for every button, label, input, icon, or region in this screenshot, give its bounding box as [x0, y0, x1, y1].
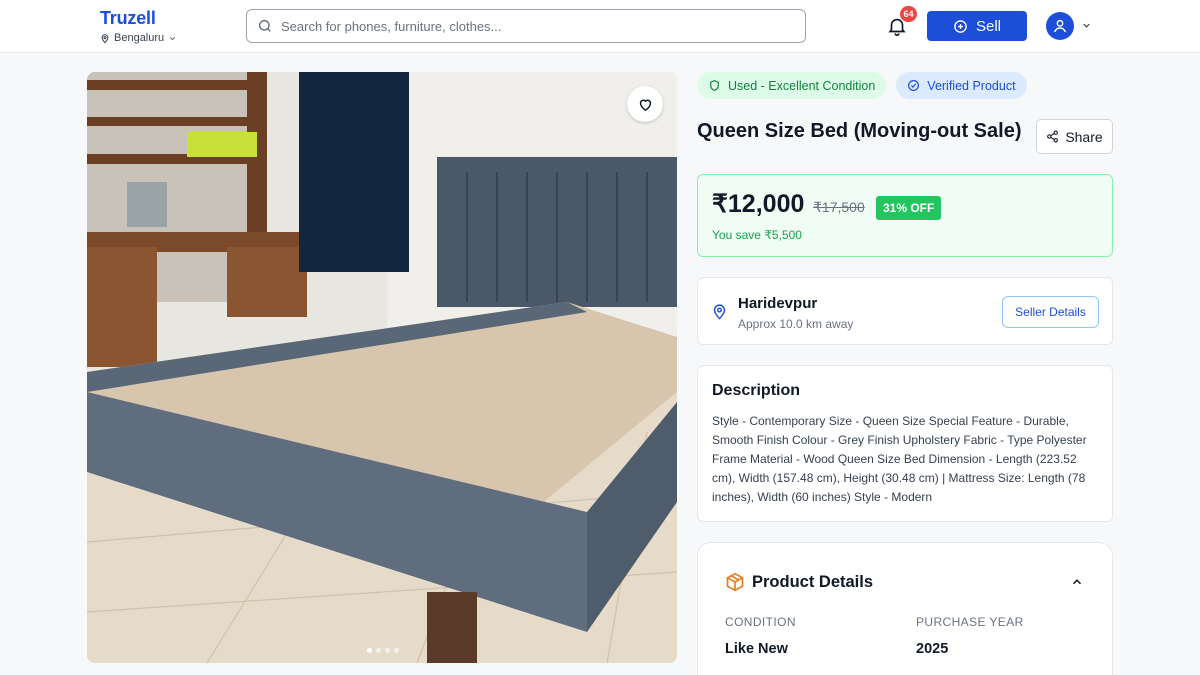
product-title: Queen Size Bed (Moving-out Sale) — [697, 120, 1022, 142]
user-avatar[interactable] — [1046, 12, 1074, 40]
verified-badge-label: Verified Product — [927, 78, 1016, 93]
detail-condition: CONDITION Like New — [725, 615, 796, 657]
detail-value: Like New — [725, 641, 788, 657]
discount-badge: 31% OFF — [876, 196, 942, 220]
chevron-down-icon — [170, 36, 176, 40]
product-image-gallery[interactable] — [87, 72, 677, 663]
heart-icon — [639, 99, 651, 111]
savings-text: You save ₹5,500 — [712, 228, 802, 242]
product-photo — [87, 72, 677, 663]
location-card: Haridevpur Approx 10.0 km away Seller De… — [697, 277, 1113, 345]
user-icon — [1053, 19, 1067, 33]
plus-circle-icon — [954, 19, 967, 33]
chevron-up-icon[interactable] — [1070, 575, 1084, 589]
detail-purchase-year: PURCHASE YEAR 2025 — [916, 615, 1024, 657]
gallery-dot[interactable] — [376, 648, 381, 653]
search-bar[interactable] — [246, 9, 806, 43]
original-price: ₹17,500 — [813, 199, 865, 215]
product-badges: Used - Excellent Condition Verified Prod… — [697, 72, 1027, 99]
detail-label: PURCHASE YEAR — [916, 615, 1024, 629]
verified-badge: Verified Product — [896, 72, 1027, 99]
share-button[interactable]: Share — [1036, 119, 1113, 154]
top-header: Truzell Bengaluru 64 Sell — [0, 0, 1200, 53]
current-price: ₹12,000 — [712, 190, 805, 218]
product-details-card: Product Details CONDITION Like New PURCH… — [697, 542, 1113, 675]
gallery-dot[interactable] — [385, 648, 390, 653]
search-input[interactable] — [281, 18, 781, 34]
pin-icon — [101, 33, 109, 43]
price-card: ₹12,000 ₹17,500 31% OFF You save ₹5,500 — [697, 174, 1113, 257]
location-name: Haridevpur — [738, 295, 818, 312]
notification-count-badge: 64 — [900, 6, 917, 22]
seller-details-button[interactable]: Seller Details — [1002, 296, 1099, 328]
location-selector[interactable]: Bengaluru — [100, 32, 177, 44]
favorite-button[interactable] — [627, 86, 663, 122]
description-text: Style - Contemporary Size - Queen Size S… — [712, 414, 1087, 504]
site-logo[interactable]: Truzell — [100, 8, 156, 29]
gallery-pagination — [367, 648, 399, 653]
sell-button[interactable]: Sell — [927, 11, 1027, 41]
box-icon — [726, 572, 744, 592]
condition-badge-label: Used - Excellent Condition — [728, 78, 876, 93]
map-pin-icon — [713, 304, 726, 320]
location-label: Bengaluru — [114, 32, 165, 44]
condition-badge: Used - Excellent Condition — [697, 72, 887, 99]
gallery-dot[interactable] — [394, 648, 399, 653]
shield-icon — [710, 79, 719, 92]
gallery-dot[interactable] — [367, 648, 372, 653]
detail-value: 2025 — [916, 641, 949, 657]
location-distance: Approx 10.0 km away — [738, 317, 854, 331]
share-icon — [1047, 130, 1059, 143]
description-title: Description — [712, 382, 801, 399]
description-card: Description Style - Contemporary Size - … — [697, 365, 1113, 522]
share-button-label: Share — [1065, 128, 1103, 145]
detail-label: CONDITION — [725, 615, 796, 629]
search-icon — [258, 19, 271, 32]
chevron-down-icon[interactable] — [1081, 20, 1092, 31]
sell-button-label: Sell — [975, 17, 1001, 35]
check-badge-icon — [908, 80, 920, 91]
product-details-title: Product Details — [752, 573, 874, 591]
